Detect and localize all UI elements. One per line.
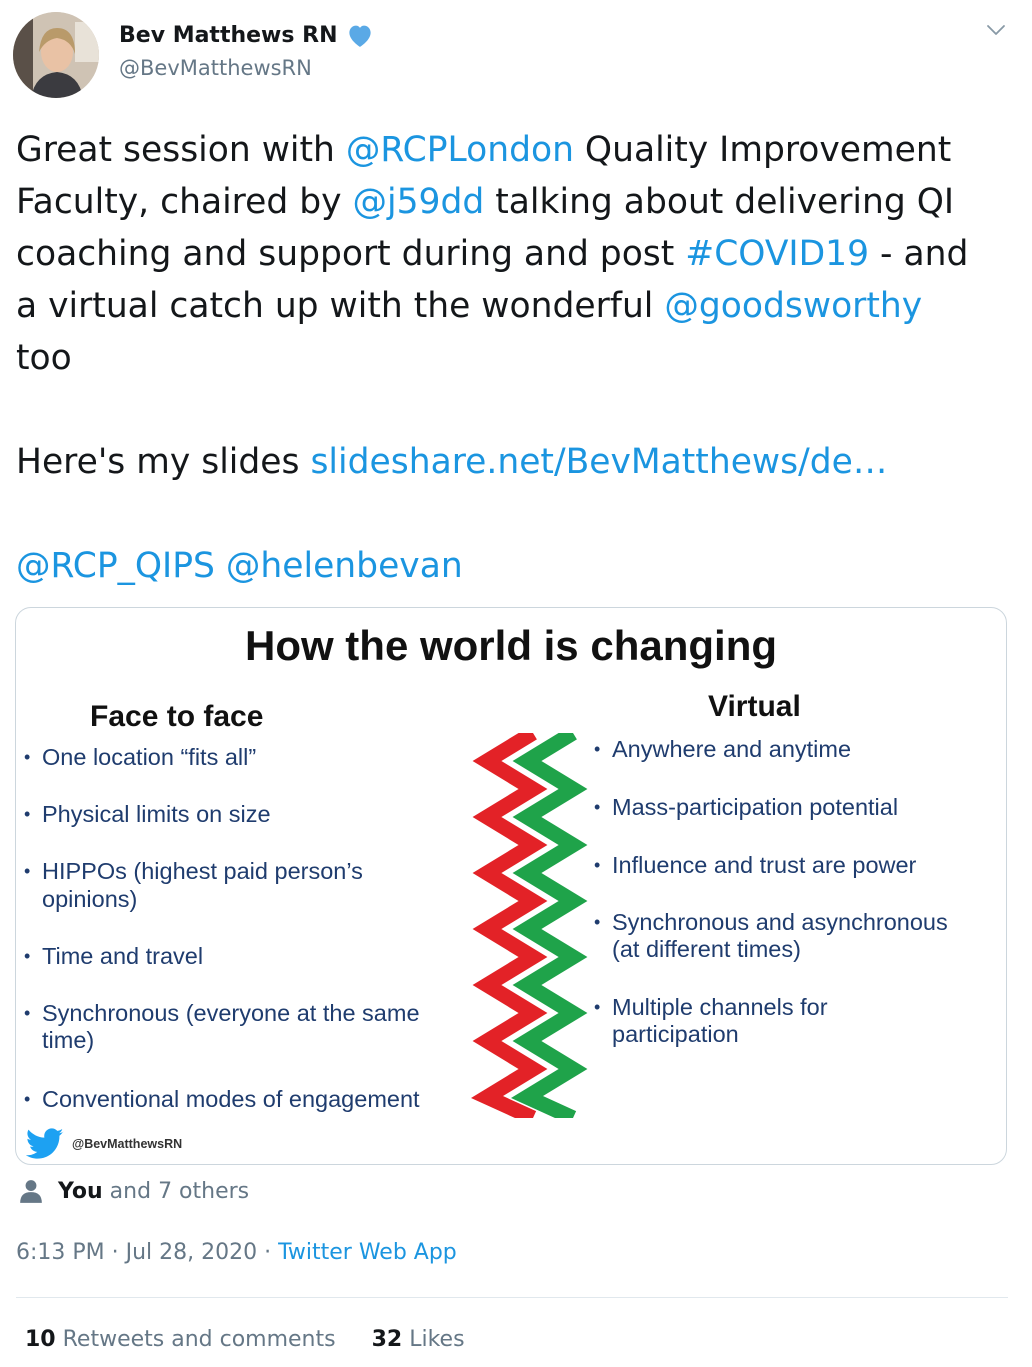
list-item: Synchronous and asynchronous (590, 909, 948, 936)
liked-by-text: You and 7 others (58, 1178, 250, 1204)
avatar-photo (13, 12, 99, 98)
list-item-continued: participation (612, 1021, 739, 1047)
mention-rcplondon[interactable]: @RCPLondon (346, 130, 574, 170)
virtual-heading: Virtual (708, 690, 801, 723)
avatar[interactable] (13, 12, 99, 98)
author-name[interactable]: Bev Matthews RN (119, 20, 375, 50)
tweet-stats: 10 Retweets and comments 32 Likes (25, 1327, 465, 1352)
mention-rcp-qips[interactable]: @RCP_QIPS (16, 546, 215, 586)
likes-stat[interactable]: 32 Likes (372, 1327, 465, 1352)
tweet-line: Great session with @RCPLondon Quality Im… (16, 130, 952, 170)
slideshare-link[interactable]: slideshare.net/BevMatthews/de… (310, 442, 887, 482)
list-item-continued: opinions) (42, 886, 138, 912)
list-item: Time and travel (20, 943, 203, 970)
list-item: Synchronous (everyone at the same (20, 1000, 420, 1027)
liked-by[interactable]: You and 7 others (18, 1178, 249, 1204)
tweet-timestamp: 6:13 PM · Jul 28, 2020 · Twitter Web App (16, 1240, 457, 1265)
list-item-continued: time) (42, 1027, 95, 1053)
list-item: Mass-participation potential (590, 794, 898, 821)
watermark-handle: @BevMatthewsRN (72, 1137, 183, 1151)
tweet-image[interactable]: How the world is changing Face to face O… (15, 607, 1007, 1165)
tweet-line: a virtual catch up with the wonderful @g… (16, 286, 923, 326)
mention-helenbevan[interactable]: @helenbevan (226, 546, 463, 586)
tweet-line: too (16, 338, 72, 378)
author-handle[interactable]: @BevMatthewsRN (119, 56, 312, 80)
retweets-stat[interactable]: 10 Retweets and comments (25, 1327, 336, 1352)
list-item: Multiple channels for (590, 994, 828, 1021)
time-date[interactable]: 6:13 PM · Jul 28, 2020 · (16, 1240, 278, 1265)
list-item: One location “fits all” (20, 744, 256, 771)
divider (16, 1297, 1008, 1298)
face-to-face-heading: Face to face (90, 700, 264, 733)
mention-goodsworthy[interactable]: @goodsworthy (664, 286, 922, 326)
tweet-text: Great session with @RCPLondon Quality Im… (16, 124, 1016, 592)
list-item: HIPPOs (highest paid person’s (20, 858, 363, 885)
list-item: Physical limits on size (20, 801, 271, 828)
face-to-face-list: One location “fits all” Physical limits … (20, 744, 470, 1124)
verified-badge-icon (349, 25, 372, 47)
virtual-list: Anywhere and anytime Mass-participation … (590, 736, 990, 1056)
person-icon (20, 1180, 42, 1203)
slides-line: Here's my slides slideshare.net/BevMatth… (16, 442, 888, 482)
slide-title: How the world is changing (244, 622, 777, 669)
slide-watermark: @BevMatthewsRN (26, 1128, 182, 1160)
hashtag-covid19[interactable]: #COVID19 (685, 234, 869, 274)
tweet-line: Faculty, chaired by @j59dd talking about… (16, 182, 955, 222)
zigzag-divider (471, 733, 588, 1118)
list-item: Anywhere and anytime (590, 736, 851, 763)
list-item: Conventional modes of engagement (20, 1086, 420, 1113)
list-item-continued: (at different times) (612, 936, 801, 962)
chevron-down-icon[interactable] (984, 18, 1008, 42)
mentions-line: @RCP_QIPS @helenbevan (16, 540, 1016, 592)
source-link[interactable]: Twitter Web App (278, 1240, 457, 1265)
mention-j59dd[interactable]: @j59dd (352, 182, 484, 222)
twitter-bird-icon (26, 1128, 64, 1159)
list-item: Influence and trust are power (590, 852, 916, 879)
tweet-line: coaching and support during and post #CO… (16, 234, 969, 274)
